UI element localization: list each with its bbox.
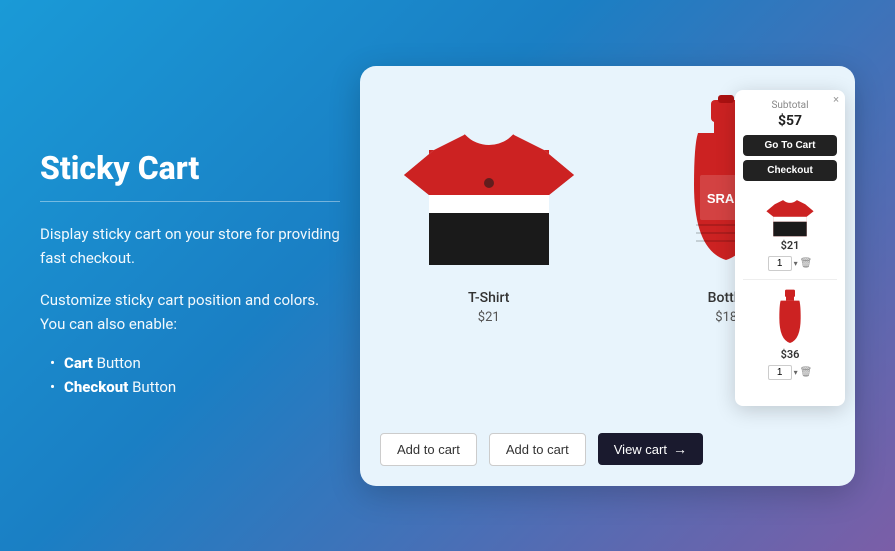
- list-item-checkout: Checkout Button: [50, 378, 340, 396]
- delete-item-1-button[interactable]: 🗑: [800, 258, 813, 269]
- list-item-checkout-bold: Checkout: [64, 378, 128, 396]
- list-item-cart-bold: Cart: [64, 354, 93, 372]
- list-item-cart-text: Button: [97, 354, 141, 372]
- dropdown-arrow-1: ▾: [794, 259, 798, 268]
- subtotal-value: $57: [743, 113, 837, 129]
- tshirt-image-container: [399, 90, 579, 280]
- cart-item-1: $21 ▾ 🗑: [743, 189, 837, 280]
- divider: [40, 201, 340, 202]
- go-to-cart-button[interactable]: Go To Cart: [743, 135, 837, 156]
- cart-item-2-controls: ▾ 🗑: [768, 365, 813, 380]
- close-icon[interactable]: ×: [833, 94, 839, 105]
- tshirt-name: T-Shirt: [468, 290, 509, 306]
- cart-item-1-controls: ▾ 🗑: [768, 256, 813, 271]
- checkout-button[interactable]: Checkout: [743, 160, 837, 181]
- view-cart-button[interactable]: View cart →: [598, 433, 703, 465]
- cart-item-1-image: [765, 189, 815, 239]
- page-title: Sticky Cart: [40, 149, 340, 187]
- sticky-cart-popup: × Subtotal $57 Go To Cart Checkout $21 ▾…: [735, 90, 845, 406]
- tshirt-price: $21: [478, 310, 500, 325]
- view-cart-label: View cart: [614, 442, 667, 457]
- cart-item-1-qty[interactable]: [768, 256, 792, 271]
- view-cart-arrow: →: [673, 441, 687, 457]
- description-1: Display sticky cart on your store for pr…: [40, 222, 340, 270]
- left-panel: Sticky Cart Display sticky cart on your …: [40, 149, 360, 402]
- bottle-price: $18: [715, 310, 737, 325]
- feature-list: Cart Button Checkout Button: [40, 354, 340, 396]
- subtotal-label: Subtotal: [743, 100, 837, 111]
- description-2: Customize sticky cart position and color…: [40, 288, 340, 336]
- list-item-checkout-text: Button: [132, 378, 176, 396]
- right-panel: T-Shirt $21 SRAM: [360, 66, 855, 486]
- add-to-cart-bottle-button[interactable]: Add to cart: [489, 433, 586, 466]
- cart-item-2-image: [772, 288, 808, 348]
- list-item-cart: Cart Button: [50, 354, 340, 372]
- delete-item-2-button[interactable]: 🗑: [800, 367, 813, 378]
- products-area: T-Shirt $21 SRAM: [380, 90, 835, 425]
- cart-item-1-price: $21: [781, 239, 800, 252]
- dropdown-arrow-2: ▾: [794, 368, 798, 377]
- product-card-tshirt: T-Shirt $21: [380, 90, 598, 425]
- tshirt-image: [404, 95, 574, 275]
- cart-item-2-price: $36: [781, 348, 800, 361]
- add-to-cart-tshirt-button[interactable]: Add to cart: [380, 433, 477, 466]
- action-row: Add to cart Add to cart View cart →: [380, 433, 835, 466]
- cart-item-2: $36 ▾ 🗑: [743, 288, 837, 388]
- cart-item-2-qty[interactable]: [768, 365, 792, 380]
